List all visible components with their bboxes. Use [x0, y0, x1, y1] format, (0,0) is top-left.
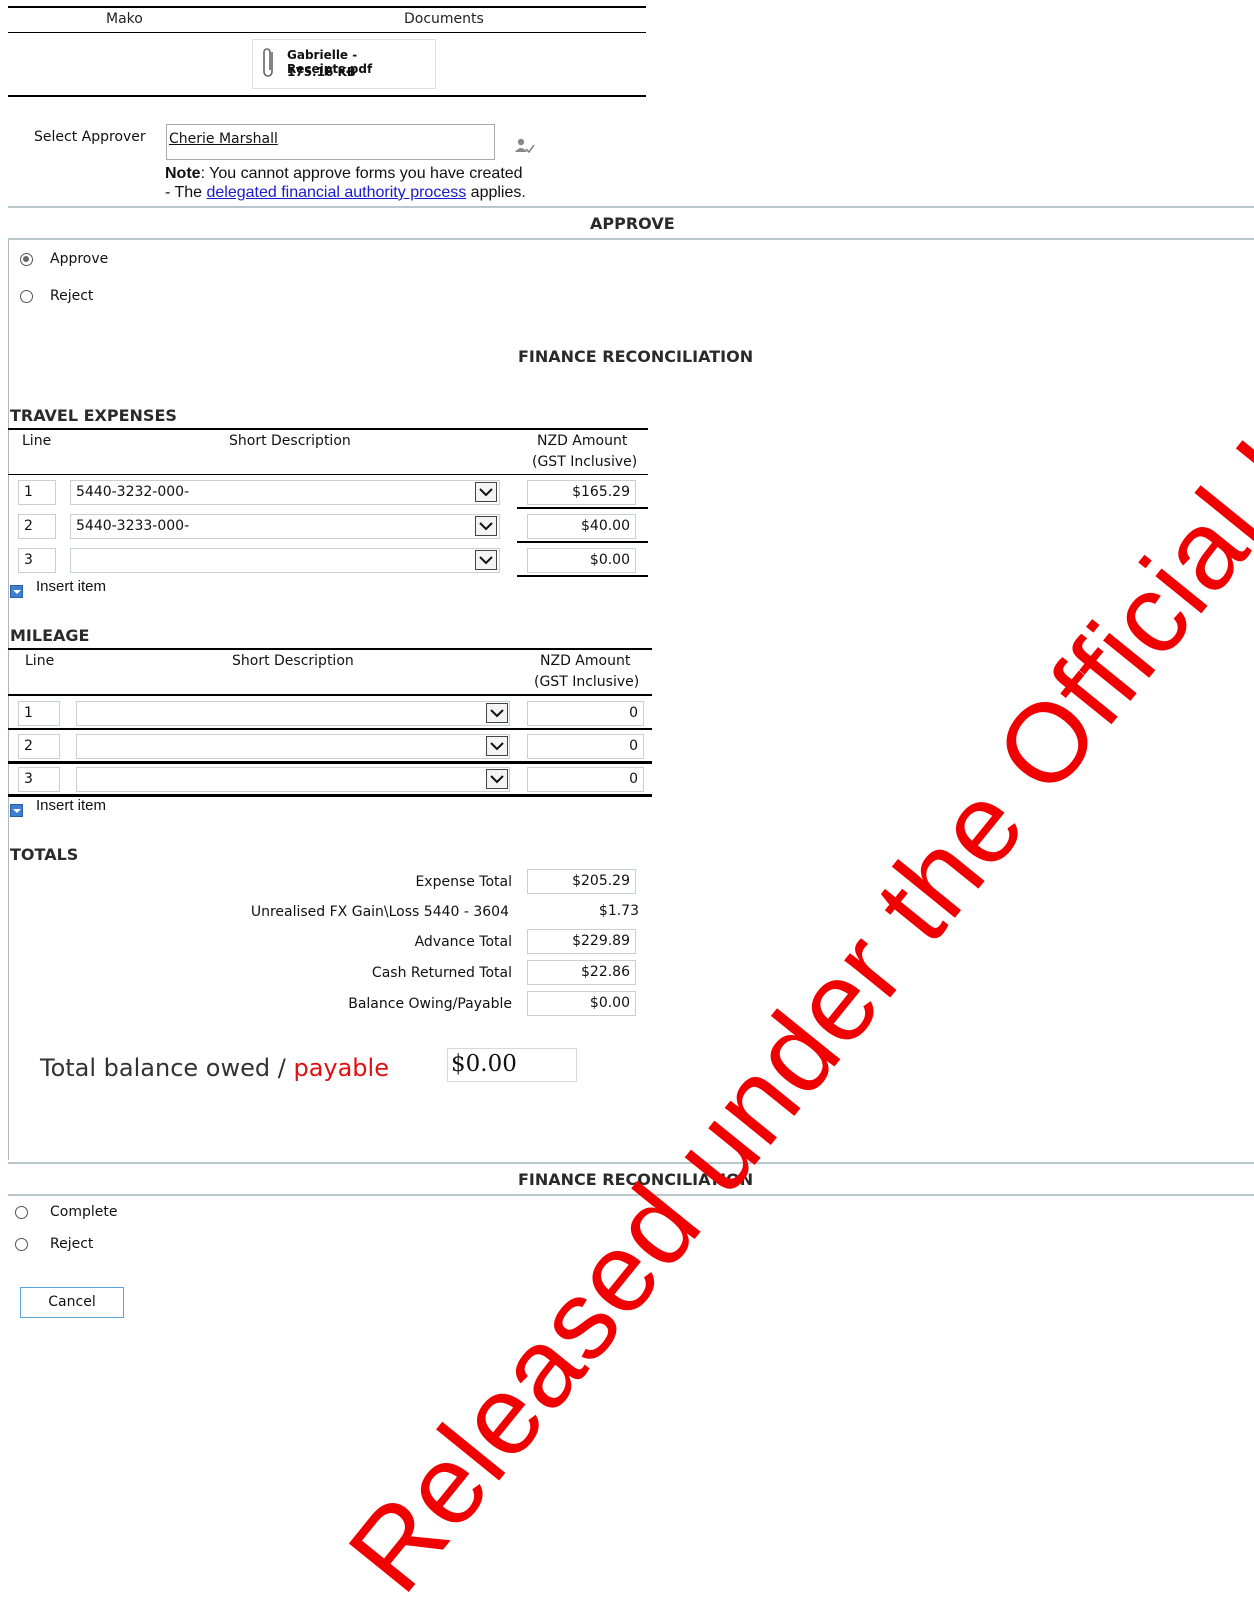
- total-balance-label: Total balance owed / payable: [40, 1054, 389, 1082]
- travel-line-1[interactable]: 1: [18, 480, 56, 505]
- mileage-header-desc: Short Description: [232, 653, 354, 669]
- chevron-down-icon[interactable]: [486, 703, 508, 723]
- mileage-amount-3[interactable]: 0: [527, 767, 644, 792]
- reject-option-label[interactable]: Reject: [50, 288, 93, 304]
- travel-desc-1[interactable]: 5440-3232-000-: [70, 480, 500, 505]
- balance-owing-value: $0.00: [527, 991, 636, 1016]
- advance-total-value: $229.89: [527, 929, 636, 954]
- mileage-line-3[interactable]: 3: [18, 767, 60, 792]
- watermark-text: Released under the Official Information …: [324, 0, 1254, 1614]
- chevron-down-icon[interactable]: [475, 516, 497, 536]
- mileage-line-2[interactable]: 2: [18, 734, 60, 759]
- cash-returned-label: Cash Returned Total: [371, 965, 512, 981]
- note-text: : You cannot approve forms you have crea…: [200, 165, 523, 182]
- approve-section-title: APPROVE: [590, 214, 675, 233]
- mileage-amount-1[interactable]: 0: [527, 701, 644, 726]
- approver-value: Cherie Marshall: [169, 131, 278, 147]
- mileage-title: MILEAGE: [10, 626, 90, 645]
- mileage-desc-2[interactable]: [76, 734, 510, 759]
- travel-insert-item[interactable]: Insert item: [36, 578, 106, 595]
- expense-total-value: $205.29: [527, 869, 636, 894]
- chevron-down-icon[interactable]: [475, 482, 497, 502]
- chevron-down-icon[interactable]: [475, 550, 497, 570]
- travel-line-2[interactable]: 2: [18, 514, 56, 539]
- mileage-amount-2[interactable]: 0: [527, 734, 644, 759]
- travel-amount-1[interactable]: $165.29: [527, 480, 636, 505]
- mileage-header-line: Line: [25, 653, 55, 669]
- paperclip-icon: [261, 46, 277, 86]
- header-mako: Mako: [106, 11, 143, 27]
- approver-input[interactable]: Cherie Marshall: [166, 124, 495, 160]
- travel-amount-2[interactable]: $40.00: [527, 514, 636, 539]
- mileage-header-gst: (GST Inclusive): [534, 674, 640, 690]
- note-line2-pre: - The: [165, 184, 207, 201]
- approve-option-label[interactable]: Approve: [50, 251, 108, 267]
- attachment-card[interactable]: Gabrielle - Receipts.pdf 175.16 KB: [252, 39, 436, 89]
- mileage-line-1[interactable]: 1: [18, 701, 60, 726]
- mileage-desc-1[interactable]: [76, 701, 510, 726]
- travel-line-3[interactable]: 3: [18, 548, 56, 573]
- cash-returned-value: $22.86: [527, 960, 636, 985]
- total-balance-label-part2: payable: [293, 1054, 389, 1082]
- balance-owing-label: Balance Owing/Payable: [348, 996, 512, 1012]
- select-approver-label: Select Approver: [34, 129, 146, 145]
- header-documents: Documents: [404, 11, 484, 27]
- total-balance-value: $0.00: [447, 1048, 577, 1082]
- mileage-insert-item[interactable]: Insert item: [36, 797, 106, 814]
- approve-radio[interactable]: [20, 253, 33, 266]
- advance-total-label: Advance Total: [414, 934, 512, 950]
- fx-label: Unrealised FX Gain\Loss 5440 - 3604: [250, 904, 509, 920]
- totals-title: TOTALS: [10, 845, 79, 864]
- insert-item-icon[interactable]: [10, 804, 23, 817]
- expense-total-label: Expense Total: [415, 874, 512, 890]
- travel-header-amount: NZD Amount: [537, 433, 628, 449]
- travel-header-gst: (GST Inclusive): [532, 454, 638, 470]
- chevron-down-icon[interactable]: [486, 736, 508, 756]
- travel-expenses-title: TRAVEL EXPENSES: [10, 406, 177, 425]
- chevron-down-icon[interactable]: [486, 769, 508, 789]
- insert-item-icon[interactable]: [10, 585, 23, 598]
- travel-desc-3[interactable]: [70, 548, 500, 573]
- note-bold: Note: [165, 165, 201, 182]
- finance-reject-radio[interactable]: [15, 1238, 28, 1251]
- mileage-desc-3[interactable]: [76, 767, 510, 792]
- address-book-icon[interactable]: [514, 137, 536, 161]
- finance-reconciliation-title: FINANCE RECONCILIATION: [518, 347, 754, 366]
- fx-value: $1.73: [598, 903, 639, 919]
- total-balance-label-part1: Total balance owed /: [40, 1054, 294, 1082]
- complete-option-label[interactable]: Complete: [50, 1204, 117, 1220]
- attachment-size: 175.16 KB: [287, 65, 356, 79]
- complete-radio[interactable]: [15, 1206, 28, 1219]
- travel-desc-2[interactable]: 5440-3233-000-: [70, 514, 500, 539]
- approver-note: Note: You cannot approve forms you have …: [165, 164, 526, 202]
- reject-radio[interactable]: [20, 290, 33, 303]
- cancel-button[interactable]: Cancel: [20, 1287, 124, 1318]
- travel-amount-3[interactable]: $0.00: [527, 548, 636, 573]
- travel-header-desc: Short Description: [229, 433, 351, 449]
- delegated-authority-link[interactable]: delegated financial authority process: [207, 184, 467, 201]
- travel-header-line: Line: [22, 433, 52, 449]
- note-line2-post: applies.: [466, 184, 526, 201]
- finance-reject-option-label[interactable]: Reject: [50, 1236, 93, 1252]
- mileage-header-amount: NZD Amount: [540, 653, 631, 669]
